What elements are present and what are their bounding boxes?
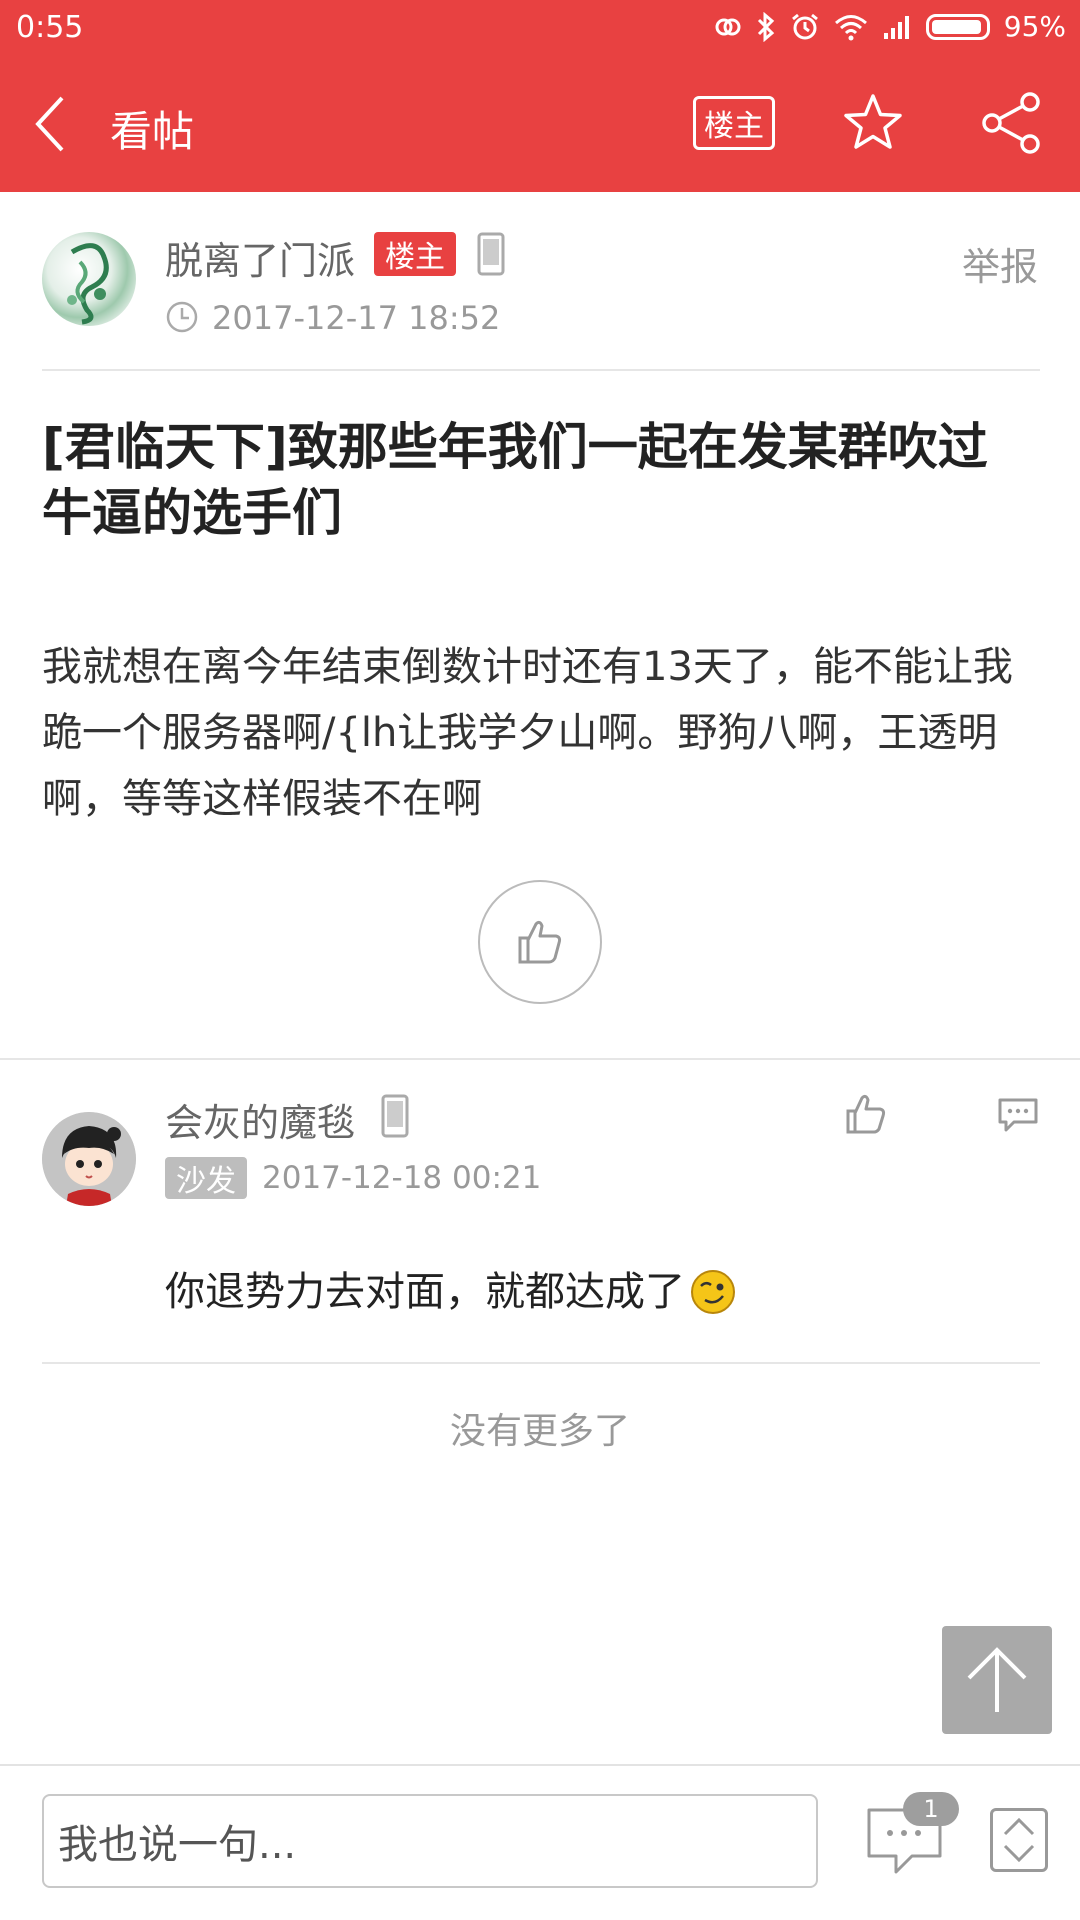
post-body: 我就想在离今年结束倒数计时还有13天了，能不能让我跪一个服务器啊/{lh让我学夕… — [42, 644, 1013, 822]
only-op-button[interactable]: 楼主 — [693, 96, 775, 150]
battery-icon — [925, 13, 990, 40]
floor-badge: 沙发 — [165, 1157, 247, 1199]
status-time: 0:55 — [16, 10, 84, 45]
back-button[interactable] — [30, 90, 90, 158]
op-badge: 楼主 — [374, 232, 456, 276]
post-title: [君临天下]致那些年我们一起在发某群吹过牛逼的选手们 — [42, 418, 988, 542]
reply-author-name[interactable]: 会灰的魔毯 — [165, 1092, 355, 1147]
author-avatar[interactable] — [42, 232, 136, 326]
link-icon — [715, 18, 741, 35]
status-icons: 95% — [714, 10, 1066, 43]
reply-avatar[interactable] — [42, 1112, 136, 1206]
page-title: 看帖 — [110, 107, 195, 156]
thumbs-up-icon — [518, 920, 562, 964]
arrow-up-icon — [967, 1647, 1027, 1712]
divider — [0, 1058, 1080, 1060]
comment-input[interactable]: 我也说一句... — [42, 1794, 818, 1888]
reply-comment-button[interactable] — [996, 1096, 1040, 1134]
share-button[interactable] — [978, 90, 1044, 156]
share-icon — [982, 92, 1040, 154]
avatar-image — [67, 243, 109, 325]
no-more-label: 没有更多了 — [449, 1411, 630, 1452]
signal-icon — [883, 15, 909, 39]
phone-icon — [381, 1094, 409, 1138]
avatar-image — [42, 1112, 136, 1206]
page-jump-button[interactable] — [990, 1808, 1048, 1872]
star-icon — [844, 94, 902, 149]
like-button[interactable] — [478, 880, 602, 1004]
reply-like-button[interactable] — [844, 1092, 888, 1136]
favorite-button[interactable] — [840, 90, 906, 156]
divider — [42, 1362, 1040, 1364]
author-name[interactable]: 脱离了门派 — [165, 230, 355, 285]
alarm-icon — [791, 13, 818, 39]
bluetooth-icon — [757, 11, 774, 42]
battery-percent: 95% — [1003, 10, 1066, 43]
chevron-up-down-icon — [1003, 1817, 1035, 1863]
back-to-top-button[interactable] — [942, 1626, 1052, 1734]
divider — [0, 1764, 1080, 1766]
wifi-icon — [834, 14, 867, 40]
status-bar: 0:55 95% — [0, 0, 1080, 56]
app-bar: 看帖 楼主 — [0, 56, 1080, 192]
reply-text: 你退势力去对面，就都达成了 — [165, 1269, 685, 1315]
divider — [42, 369, 1040, 371]
comment-count-badge: 1 — [903, 1792, 959, 1826]
post-date: 2017-12-17 18:52 — [212, 299, 501, 337]
reply-content: 你退势力去对面，就都达成了 — [165, 1264, 737, 1320]
reply-date: 2017-12-18 00:21 — [262, 1160, 542, 1196]
clock-icon — [166, 301, 198, 333]
wink-emoji-icon — [691, 1270, 735, 1314]
chevron-left-icon — [35, 96, 64, 152]
phone-icon — [477, 232, 505, 276]
report-button[interactable]: 举报 — [962, 236, 1038, 291]
